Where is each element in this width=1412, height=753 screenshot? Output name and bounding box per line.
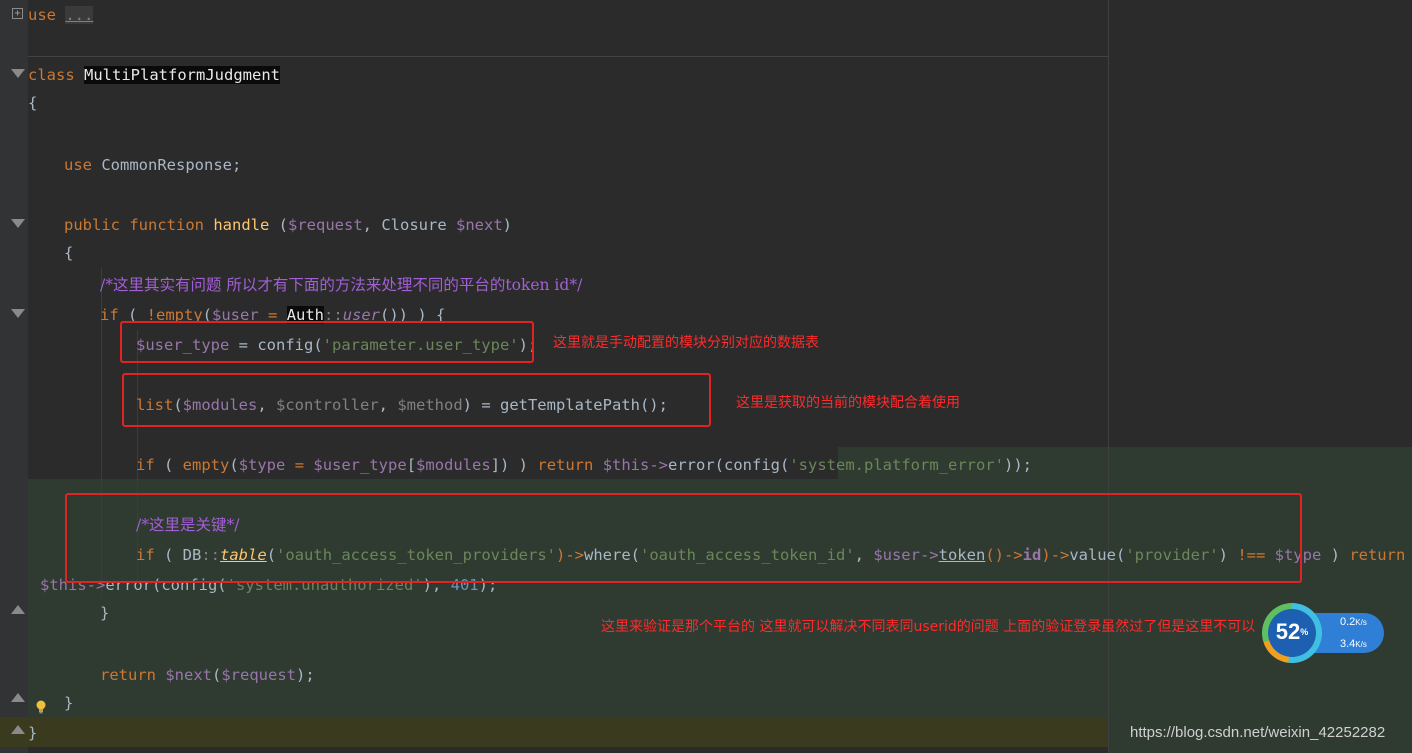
code-line-3[interactable]: { (28, 93, 37, 113)
code-line-2[interactable]: class MultiPlatformJudgment (28, 65, 280, 85)
code-line-11[interactable]: if ( empty($type = $user_type[$modules])… (136, 455, 1032, 475)
fold-end-icon[interactable] (11, 725, 25, 734)
code-line-1[interactable]: use ... (28, 5, 94, 25)
code-line-15[interactable]: } (100, 603, 109, 623)
editor-gutter (0, 0, 28, 753)
fold-end-icon[interactable] (11, 693, 25, 702)
lightbulb-icon[interactable] (35, 700, 47, 714)
annotation-box-config (120, 321, 534, 363)
class-name: MultiPlatformJudgment (84, 66, 280, 84)
fold-collapse-icon[interactable] (11, 69, 25, 78)
widget-percent: 52% (1275, 619, 1309, 644)
fold-expand-icon[interactable]: + (12, 8, 23, 19)
code-line-17[interactable]: } (64, 693, 73, 713)
code-line-4[interactable]: use CommonResponse; (64, 155, 241, 175)
annotation-box-template-path (122, 373, 711, 427)
fold-end-icon[interactable] (11, 605, 25, 614)
code-line-18[interactable]: } (28, 723, 37, 743)
network-speed-widget[interactable]: 52% 0.2K/s 3.4K/s (1262, 603, 1386, 665)
fold-separator (28, 56, 1108, 57)
fold-collapse-icon[interactable] (11, 309, 25, 318)
right-margin-guide (1108, 0, 1109, 753)
code-line-16[interactable]: return $next($request); (100, 665, 315, 685)
annotation-box-key-check (65, 493, 1302, 583)
code-line-6[interactable]: { (64, 243, 73, 263)
annotation-note-1: 这里就是手动配置的模块分别对应的数据表 (553, 335, 819, 351)
download-speed: 3.4K/s (1340, 638, 1367, 650)
annotation-note-2: 这里是获取的当前的模块配合着使用 (736, 395, 960, 411)
current-line-highlight (0, 717, 1108, 747)
code-comment: /*这里其实有问题 所以才有下面的方法来处理不同的平台的token id*/ (100, 276, 583, 294)
fold-collapse-icon[interactable] (11, 219, 25, 228)
upload-speed: 0.2K/s (1340, 616, 1367, 628)
code-line-7[interactable]: /*这里其实有问题 所以才有下面的方法来处理不同的平台的token id*/ (100, 275, 582, 295)
code-line-5[interactable]: public function handle ($request, Closur… (64, 215, 512, 235)
watermark: https://blog.csdn.net/weixin_42252282 (1130, 724, 1386, 741)
annotation-note-3: 这里来验证是那个平台的 这里就可以解决不同表同userid的问题 上面的验证登录… (601, 619, 1256, 635)
